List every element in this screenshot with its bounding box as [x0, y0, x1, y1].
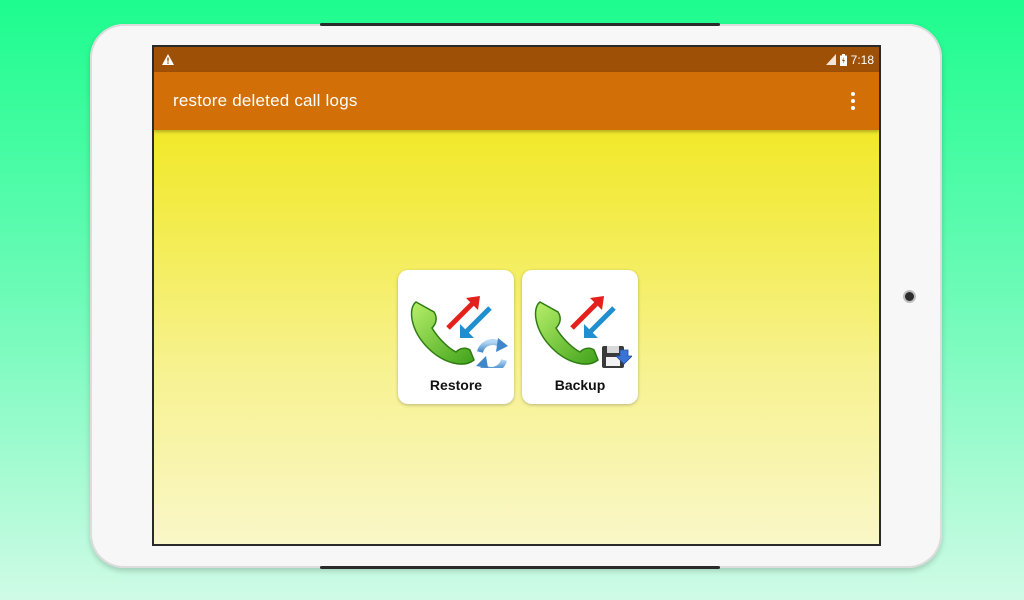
tablet-bottom-edge — [320, 566, 720, 569]
action-tiles: Restore Backup — [398, 270, 638, 404]
phone-backup-icon — [534, 296, 632, 368]
backup-label: Backup — [554, 377, 606, 393]
camera-icon — [905, 292, 914, 301]
status-bar: 7:18 — [154, 47, 879, 72]
app-bar: restore deleted call logs — [154, 72, 879, 130]
main-content: Restore Backup — [154, 130, 879, 544]
restore-button[interactable]: Restore — [398, 270, 514, 404]
phone-restore-icon — [410, 296, 508, 368]
restore-label: Restore — [429, 377, 483, 393]
device-screen: 7:18 restore deleted call logs Restore B… — [152, 45, 881, 546]
warning-icon — [162, 54, 174, 65]
battery-charging-icon — [839, 53, 847, 66]
app-title: restore deleted call logs — [173, 91, 358, 110]
tablet-top-edge — [320, 23, 720, 26]
signal-icon — [825, 54, 836, 65]
overflow-menu-icon[interactable] — [845, 89, 861, 113]
status-time: 7:18 — [850, 52, 874, 67]
backup-button[interactable]: Backup — [522, 270, 638, 404]
